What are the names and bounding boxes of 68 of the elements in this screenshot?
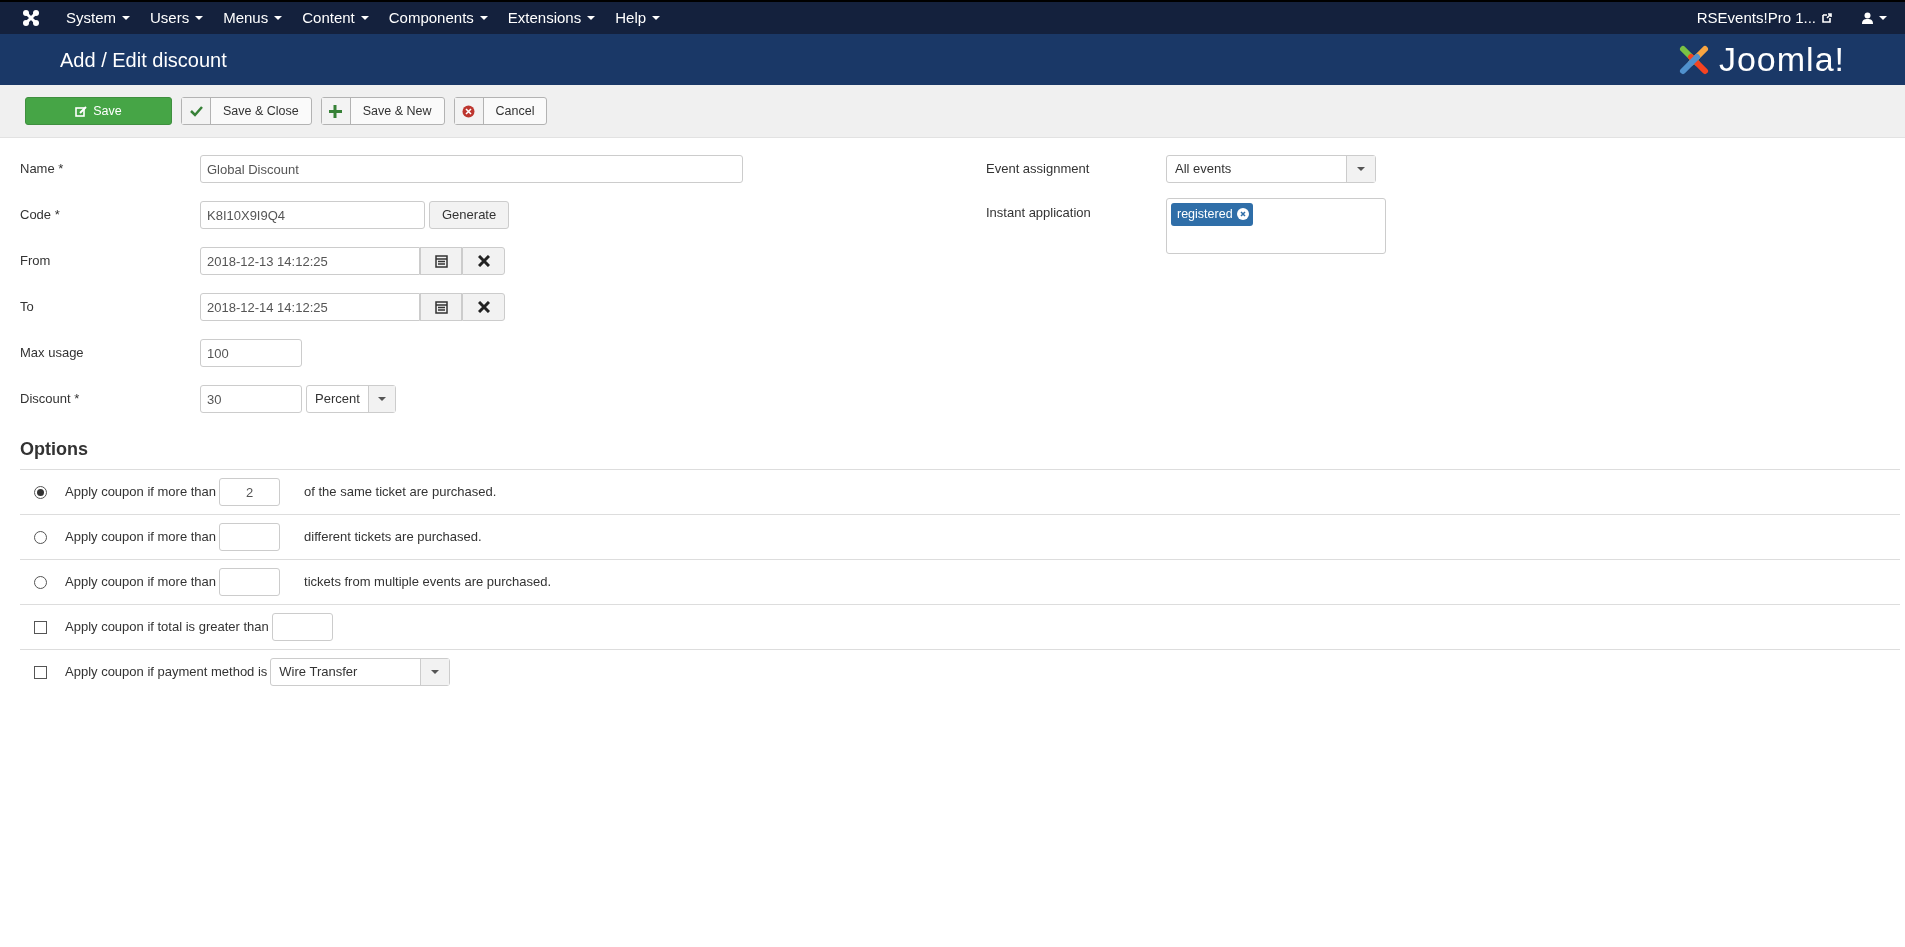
option-label: Apply coupon if more than xyxy=(65,528,217,547)
date-field[interactable]: 2018-12-14 14:12:25 xyxy=(200,293,420,321)
site-link[interactable]: RSEvents!Pro 1... xyxy=(1696,6,1832,30)
menu-item[interactable]: Users xyxy=(150,6,204,30)
close-icon xyxy=(477,255,490,267)
option-label: Apply coupon if payment method is xyxy=(65,663,268,682)
user-menu-button[interactable] xyxy=(1862,12,1887,24)
text-field[interactable]: Global Discount xyxy=(200,155,743,183)
logo-text: Joomla! xyxy=(1718,39,1845,80)
calendar-button[interactable] xyxy=(420,293,462,321)
field-label: Name * xyxy=(19,160,65,179)
radio-button[interactable] xyxy=(33,530,47,544)
field-label: From xyxy=(19,252,52,271)
number-field[interactable] xyxy=(219,568,281,596)
checkbox[interactable] xyxy=(33,620,47,634)
menu-item[interactable]: Menus xyxy=(223,6,283,30)
field-label: Event assignment xyxy=(986,160,1091,179)
cancel-icon xyxy=(462,104,475,118)
tag-chip[interactable]: registered xyxy=(1171,203,1253,226)
field-label: Instant application xyxy=(986,204,1092,222)
option-label: Apply coupon if more than xyxy=(65,573,217,592)
field-label: Code * xyxy=(19,206,61,225)
option-label: of the same ticket are purchased. xyxy=(304,483,497,502)
menu-item[interactable]: Extensions xyxy=(507,6,596,30)
toolbar-button[interactable]: Save & Close xyxy=(181,97,312,125)
option-label: tickets from multiple events are purchased. xyxy=(304,573,552,592)
menu-item[interactable]: Components xyxy=(388,6,488,30)
tags-field[interactable]: registered xyxy=(1166,198,1386,254)
radio-button[interactable] xyxy=(33,485,47,499)
option-label: Apply coupon if more than xyxy=(65,483,217,502)
toolbar-button[interactable]: Cancel xyxy=(453,97,548,125)
calendar-icon xyxy=(434,300,448,314)
number-field[interactable]: 100 xyxy=(200,339,302,367)
joomla-icon xyxy=(22,9,40,27)
generate-button[interactable]: Generate xyxy=(429,201,510,229)
check-icon xyxy=(189,104,203,118)
user-icon xyxy=(1862,12,1873,24)
option-label: Apply coupon if total is greater than xyxy=(65,618,269,637)
radio-button[interactable] xyxy=(33,575,47,589)
section-title: Options xyxy=(20,438,89,461)
external-link-icon xyxy=(1822,13,1832,23)
option-label: different tickets are purchased. xyxy=(304,528,482,547)
number-field[interactable]: 30 xyxy=(200,385,302,413)
event-select[interactable]: All events xyxy=(1166,155,1376,183)
number-field[interactable] xyxy=(219,523,281,551)
page-title: Add / Edit discount xyxy=(60,47,227,72)
plus-icon xyxy=(329,104,343,118)
toolbar-button[interactable]: Save & New xyxy=(320,97,445,125)
payment-select[interactable]: Wire Transfer xyxy=(270,658,451,686)
menu-item[interactable]: Help xyxy=(615,6,661,30)
calendar-icon xyxy=(434,254,448,268)
clear-button[interactable] xyxy=(462,247,505,275)
date-field[interactable]: 2018-12-13 14:12:25 xyxy=(200,247,420,275)
field-label: To xyxy=(19,298,35,317)
number-field[interactable]: 2 xyxy=(219,478,281,506)
calendar-button[interactable] xyxy=(420,247,462,275)
number-field[interactable] xyxy=(271,613,333,641)
field-label: Discount * xyxy=(19,390,81,409)
menu-item[interactable]: System xyxy=(66,6,130,30)
field-label: Max usage xyxy=(19,344,85,363)
close-icon xyxy=(477,301,490,313)
unit-select[interactable]: Percent xyxy=(306,385,396,413)
checkbox[interactable] xyxy=(33,665,47,679)
clear-button[interactable] xyxy=(462,293,505,321)
edit-icon xyxy=(75,105,88,117)
remove-icon xyxy=(1236,208,1249,221)
menu-item[interactable]: Content xyxy=(302,6,369,30)
text-field[interactable]: K8I10X9I9Q4 xyxy=(200,201,425,229)
